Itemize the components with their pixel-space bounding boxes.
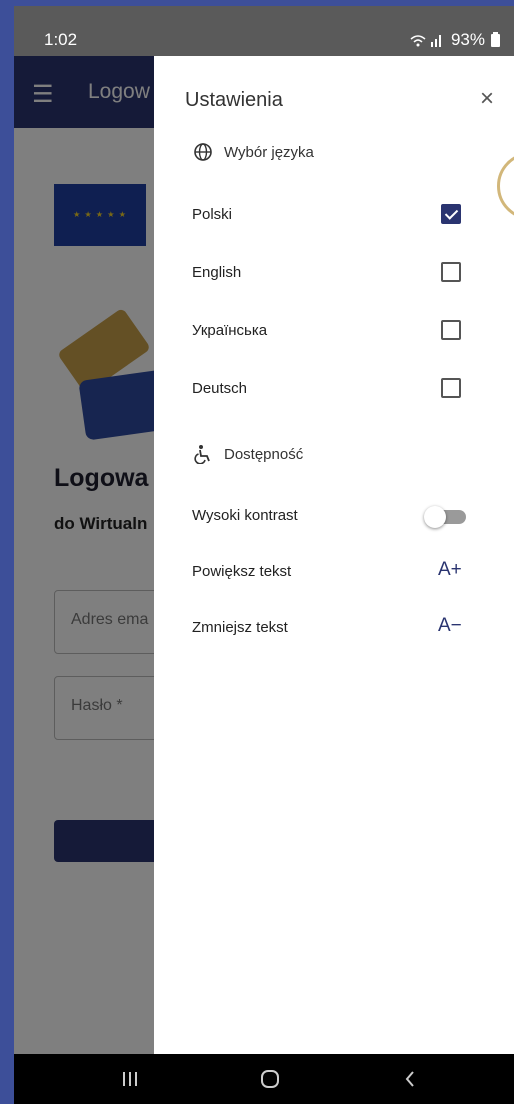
toggle-thumb — [424, 506, 446, 528]
shrink-text-button[interactable]: A− — [438, 615, 462, 637]
language-checkbox[interactable] — [441, 320, 461, 340]
language-checkbox[interactable] — [441, 378, 461, 398]
language-checkbox[interactable] — [441, 262, 461, 282]
language-section-label: Wybór języka — [224, 143, 314, 161]
high-contrast-label: Wysoki kontrast — [192, 507, 298, 524]
wheelchair-icon — [192, 443, 214, 465]
settings-drawer: Ustawienia × Wybór języka Polski English… — [154, 56, 514, 1054]
phone-screen: 1:02 93% ☰ Logow ★ ★ ★ ★ ★ Logowa do Wir… — [14, 6, 514, 1104]
high-contrast-toggle[interactable] — [424, 505, 468, 528]
drawer-title: Ustawienia — [185, 89, 283, 111]
language-label: Polski — [192, 206, 233, 223]
language-label: Українська — [192, 322, 268, 339]
status-bar: 1:02 93% — [14, 6, 514, 56]
enlarge-text-row: Powiększ tekst A+ — [192, 557, 472, 587]
back-icon[interactable] — [380, 1054, 440, 1104]
accessibility-section-label: Dostępność — [224, 445, 304, 463]
language-label: Deutsch — [192, 380, 248, 397]
battery-icon — [491, 31, 500, 47]
language-option-ukrainian[interactable]: Українська — [192, 316, 472, 346]
language-section-header: Wybór języka — [192, 141, 314, 163]
battery-percent: 93% — [450, 30, 485, 49]
android-navigation-bar — [14, 1054, 514, 1104]
step-number-badge: 2 — [497, 152, 514, 220]
high-contrast-row: Wysoki kontrast — [192, 501, 472, 531]
shrink-text-row: Zmniejsz tekst A− — [192, 613, 472, 643]
home-icon[interactable] — [240, 1054, 300, 1104]
enlarge-text-label: Powiększ tekst — [192, 563, 292, 580]
language-checkbox[interactable] — [441, 204, 461, 224]
status-time: 1:02 — [44, 30, 78, 49]
status-right: 93% — [409, 30, 500, 50]
enlarge-text-button[interactable]: A+ — [438, 559, 462, 581]
recent-apps-icon[interactable] — [100, 1054, 160, 1104]
accessibility-section-header: Dostępność — [192, 443, 303, 465]
shrink-text-label: Zmniejsz tekst — [192, 619, 288, 636]
globe-icon — [192, 141, 214, 163]
language-option-english[interactable]: English — [192, 258, 472, 288]
language-option-deutsch[interactable]: Deutsch — [192, 374, 472, 404]
language-option-polski[interactable]: Polski — [192, 200, 472, 230]
language-label: English — [192, 264, 242, 281]
wifi-signal-icons — [410, 35, 441, 47]
close-icon[interactable]: × — [474, 86, 500, 112]
